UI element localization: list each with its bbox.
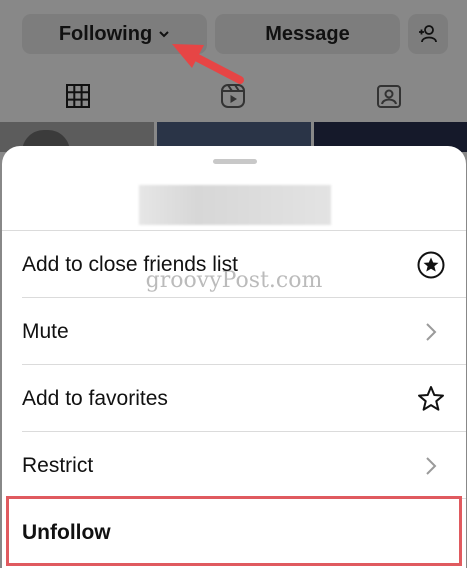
menu-item-label: Unfollow [22, 520, 111, 544]
blurred-username [139, 185, 331, 225]
following-label: Following [58, 22, 153, 45]
menu-item-unfollow[interactable]: Unfollow [2, 499, 466, 566]
message-label: Message [265, 22, 350, 45]
menu-item-add-favorites[interactable]: Add to favorites [2, 365, 466, 432]
following-button[interactable]: Following [22, 14, 207, 54]
menu-item-restrict[interactable]: Restrict [2, 432, 466, 499]
chevron-right-icon [416, 451, 446, 481]
menu-item-label: Add to favorites [22, 386, 168, 410]
message-button[interactable]: Message [215, 14, 400, 54]
menu-item-mute[interactable]: Mute [2, 298, 466, 365]
add-user-icon [419, 25, 437, 43]
grid-icon[interactable] [63, 81, 93, 111]
tagged-icon[interactable] [374, 81, 404, 111]
sheet-drag-handle[interactable] [213, 159, 257, 164]
reels-icon[interactable] [218, 81, 248, 111]
chevron-down-icon [159, 31, 169, 38]
profile-tabbar [0, 70, 467, 122]
menu-item-add-close-friends[interactable]: Add to close friends list [2, 231, 466, 298]
menu-item-label: Restrict [22, 453, 94, 477]
chevron-right-icon [416, 317, 446, 347]
following-options-sheet: groovyPost.com Add to close friends list… [2, 146, 466, 568]
add-user-button[interactable] [408, 14, 448, 54]
menu-item-label: Mute [22, 319, 69, 343]
star-outline-icon [416, 384, 446, 414]
close-friends-star-icon [416, 250, 446, 280]
menu-item-label: Add to close friends list [22, 252, 238, 276]
